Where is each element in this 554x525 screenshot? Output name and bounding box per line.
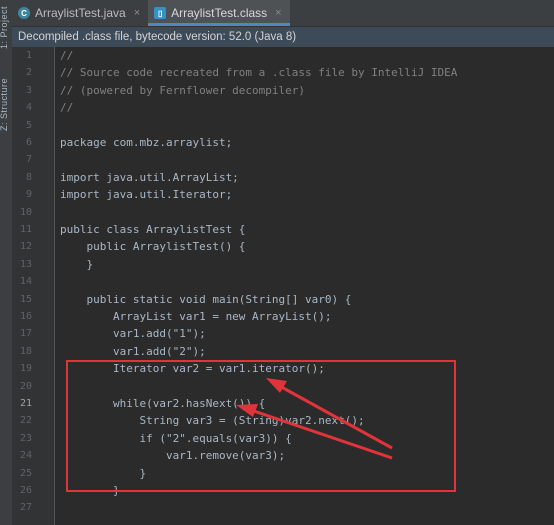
annotation-arrow-hasnext xyxy=(236,404,393,460)
annotation-arrows xyxy=(236,378,393,460)
